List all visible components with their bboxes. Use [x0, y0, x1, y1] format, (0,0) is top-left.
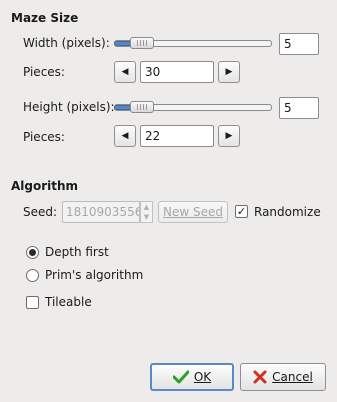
- depth-first-label[interactable]: Depth first: [45, 245, 109, 259]
- arrow-right-icon: ▶: [225, 130, 233, 141]
- check-icon: [172, 370, 189, 384]
- new-seed-button[interactable]: New Seed: [158, 201, 228, 223]
- check-icon: ✓: [236, 205, 247, 218]
- ok-button[interactable]: OK: [150, 363, 234, 391]
- height-pieces-increment-button[interactable]: ▶: [218, 125, 240, 147]
- chevron-down-icon[interactable]: ▼: [141, 212, 152, 222]
- ok-label: OK: [193, 370, 212, 384]
- width-label: Width (pixels):: [23, 36, 110, 50]
- width-pieces-label: Pieces:: [23, 65, 65, 79]
- algorithm-title: Algorithm: [11, 179, 79, 193]
- randomize-checkbox[interactable]: ✓: [235, 205, 248, 218]
- height-pieces-decrement-button[interactable]: ◀: [114, 125, 136, 147]
- cancel-label: Cancel: [272, 370, 313, 384]
- width-input[interactable]: 5: [279, 33, 319, 55]
- new-seed-label: New Seed: [163, 205, 223, 219]
- tileable-checkbox[interactable]: [26, 296, 39, 309]
- prims-algorithm-label[interactable]: Prim's algorithm: [45, 268, 143, 282]
- cancel-button[interactable]: Cancel: [240, 363, 326, 391]
- arrow-right-icon: ▶: [225, 66, 233, 77]
- seed-label: Seed:: [23, 205, 58, 219]
- prims-algorithm-radio[interactable]: [26, 269, 39, 282]
- height-slider[interactable]: [114, 100, 272, 114]
- width-pieces-increment-button[interactable]: ▶: [218, 61, 240, 83]
- seed-spin-buttons[interactable]: ▲ ▼: [140, 201, 153, 223]
- cross-icon: [253, 370, 267, 384]
- height-pieces-label: Pieces:: [23, 130, 65, 144]
- width-pieces-decrement-button[interactable]: ◀: [114, 61, 136, 83]
- arrow-left-icon: ◀: [121, 66, 129, 77]
- width-slider-thumb[interactable]: [130, 37, 154, 49]
- height-label: Height (pixels):: [23, 100, 115, 114]
- radio-selected-dot: [29, 249, 36, 256]
- height-input[interactable]: 5: [279, 97, 319, 119]
- height-pieces-input[interactable]: 22: [140, 125, 214, 147]
- seed-input[interactable]: 1810903556: [62, 201, 140, 223]
- width-slider[interactable]: [114, 36, 272, 50]
- maze-size-title: Maze Size: [11, 11, 79, 25]
- arrow-left-icon: ◀: [121, 130, 129, 141]
- height-slider-thumb[interactable]: [130, 101, 154, 113]
- width-pieces-input[interactable]: 30: [140, 61, 214, 83]
- chevron-up-icon[interactable]: ▲: [141, 202, 152, 212]
- randomize-label[interactable]: Randomize: [254, 205, 321, 219]
- depth-first-radio[interactable]: [26, 246, 39, 259]
- tileable-label[interactable]: Tileable: [45, 295, 92, 309]
